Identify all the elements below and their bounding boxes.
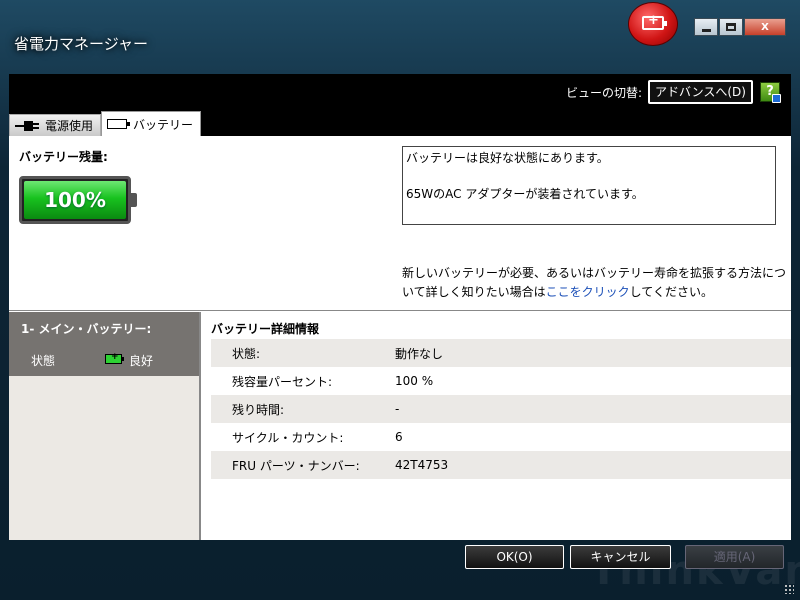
row-key: サイクル・カウント:	[232, 430, 344, 445]
row-key: FRU パーツ・ナンバー:	[232, 458, 360, 473]
minimize-icon	[701, 28, 711, 32]
dropdown-arrow-icon	[772, 94, 781, 103]
table-row: FRU パーツ・ナンバー: 42T4753	[211, 451, 791, 479]
title-bar[interactable]: 省電力マネージャー + X	[0, 0, 800, 74]
row-value: -	[395, 402, 400, 416]
header-strip: ビューの切替: アドバンスへ(D) ? 電源使用 バッテリー	[9, 74, 791, 136]
battery-tip	[131, 193, 137, 207]
ok-button[interactable]: OK(O)	[465, 545, 564, 569]
plug-icon	[15, 120, 39, 132]
battery-remaining-label: バッテリー残量:	[19, 150, 108, 164]
table-row: 状態: 動作なし	[211, 339, 791, 367]
battery-tab-content: バッテリー残量: 100% バッテリーは良好な状態にあります。 65WのAC ア…	[9, 136, 791, 540]
row-value: 動作なし	[395, 346, 444, 361]
view-switch-label: ビューの切替:	[566, 86, 643, 100]
tab-battery[interactable]: バッテリー	[101, 111, 202, 136]
details-title: バッテリー詳細情報	[211, 322, 320, 336]
row-value: 100 %	[395, 374, 434, 388]
cancel-button[interactable]: キャンセル	[570, 545, 671, 569]
row-value: 42T4753	[395, 458, 449, 472]
battery-good-icon: +	[105, 352, 124, 364]
row-key: 残り時間:	[232, 402, 285, 417]
window-title: 省電力マネージャー	[14, 35, 148, 53]
row-key: 残容量パーセント:	[232, 374, 333, 389]
tab-label: 電源使用	[45, 119, 94, 133]
main-battery-title: 1- メイン・バッテリー:	[21, 322, 152, 336]
adapter-status-line: 65WのAC アダプターが装着されています。	[406, 187, 644, 201]
close-button[interactable]: X	[744, 18, 786, 36]
battery-list-panel: 1- メイン・バッテリー: 状態 + 良好	[9, 312, 201, 540]
tab-label: バッテリー	[133, 117, 194, 132]
click-here-link[interactable]: ここをクリック	[546, 285, 630, 299]
battery-level-gauge: 100%	[19, 176, 137, 224]
state-value: 良好	[129, 354, 154, 368]
row-value: 6	[395, 430, 403, 444]
battery-level-fill: 100%	[24, 181, 126, 219]
table-row: 残り時間: -	[211, 395, 791, 423]
state-label: 状態	[31, 354, 56, 368]
battery-icon	[107, 119, 131, 129]
app-window: 省電力マネージャー + X ビューの切替: アドバンスへ(D) ? 電源使用 バ…	[0, 0, 800, 600]
maximize-button[interactable]	[719, 18, 743, 36]
tab-bar: 電源使用 バッテリー	[9, 111, 202, 136]
status-line: バッテリーは良好な状態にあります。	[406, 151, 609, 165]
tab-power-usage[interactable]: 電源使用	[9, 114, 102, 136]
resize-grip-icon[interactable]	[784, 584, 794, 594]
details-table: 状態: 動作なし 残容量パーセント: 100 % 残り時間: - サイクル・カウント:…	[211, 339, 791, 479]
window-controls: X	[694, 18, 786, 36]
row-key: 状態:	[232, 346, 261, 361]
apply-button[interactable]: 適用(A)	[685, 545, 784, 569]
table-row: 残容量パーセント: 100 %	[211, 367, 791, 395]
maximize-icon	[726, 23, 736, 31]
main-battery-item[interactable]: 1- メイン・バッテリー: 状態 + 良好	[9, 312, 199, 376]
battery-advice-text: 新しいバッテリーが必要、あるいはバッテリー寿命を拡張する方法について詳しく知りた…	[402, 266, 787, 299]
battery-status-box: バッテリーは良好な状態にあります。 65WのAC アダプターが装着されています。	[402, 146, 776, 225]
table-row: サイクル・カウント: 6	[211, 423, 791, 451]
minimize-button[interactable]	[694, 18, 718, 36]
advanced-view-button[interactable]: アドバンスへ(D)	[648, 80, 753, 104]
battery-details: バッテリー詳細情報 状態: 動作なし 残容量パーセント: 100 % 残り時間: - …	[203, 312, 791, 540]
battery-summary: バッテリー残量: 100% バッテリーは良好な状態にあります。 65WのAC ア…	[9, 136, 791, 311]
help-icon[interactable]: ?	[760, 82, 781, 103]
power-manager-logo-icon: +	[628, 2, 678, 46]
